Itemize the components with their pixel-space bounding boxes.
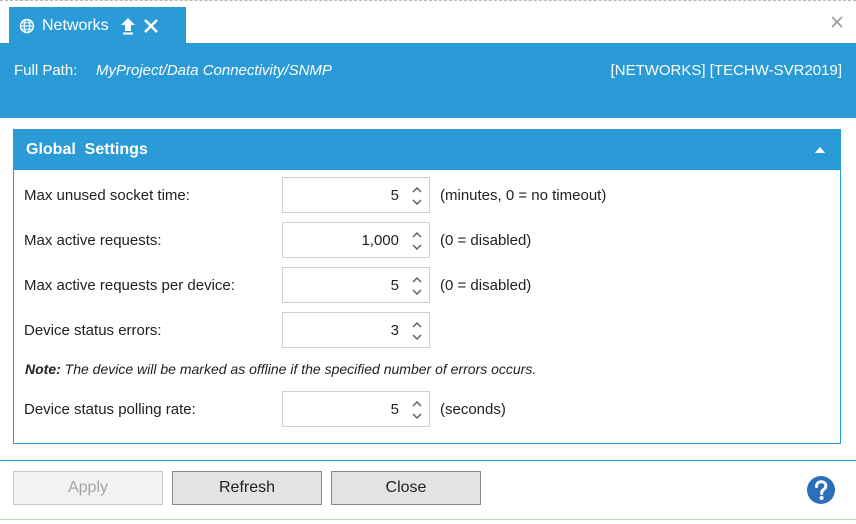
max-unused-socket-time-stepper[interactable]: 5 (282, 177, 430, 213)
field-label: Device status errors: (24, 322, 162, 339)
tab-bar: Networks (0, 0, 856, 44)
refresh-button[interactable]: Refresh (172, 471, 322, 505)
global-settings-panel: Global Settings Max unused socket time: … (13, 129, 841, 444)
help-icon[interactable] (806, 475, 836, 505)
close-icon[interactable] (143, 18, 159, 34)
stepper-value[interactable]: 1,000 (361, 232, 399, 249)
note-text: Note: The device will be marked as offli… (25, 361, 536, 377)
chevron-up-icon[interactable] (411, 399, 423, 408)
globe-icon (19, 18, 35, 34)
field-hint: (0 = disabled) (440, 232, 532, 249)
device-status-polling-rate-stepper[interactable]: 5 (282, 391, 430, 427)
full-path-label: Full Path: (14, 62, 78, 79)
chevron-down-icon[interactable] (411, 333, 423, 342)
chevron-up-icon[interactable] (411, 230, 423, 239)
field-row-max-active-requests: Max active requests: 1,000 (0 = disabled… (14, 222, 840, 258)
full-path-value: MyProject/Data Connectivity/SNMP (96, 62, 332, 79)
note-body: The device will be marked as offline if … (60, 361, 537, 377)
stepper-value[interactable]: 3 (391, 322, 399, 339)
field-label: Device status polling rate: (24, 401, 196, 418)
stepper-value[interactable]: 5 (391, 401, 399, 418)
max-active-requests-per-device-stepper[interactable]: 5 (282, 267, 430, 303)
field-hint: (minutes, 0 = no timeout) (440, 187, 607, 204)
chevron-up-icon[interactable] (411, 275, 423, 284)
field-row-max-unused-socket-time: Max unused socket time: 5 (minutes, 0 = … (14, 177, 840, 213)
field-row-device-status-errors: Device status errors: 3 (14, 312, 840, 348)
field-label: Max active requests: (24, 232, 162, 249)
chevron-down-icon[interactable] (411, 243, 423, 252)
tab-networks[interactable]: Networks (9, 7, 186, 44)
header-bar: Full Path: MyProject/Data Connectivity/S… (0, 43, 856, 118)
device-status-errors-stepper[interactable]: 3 (282, 312, 430, 348)
max-active-requests-stepper[interactable]: 1,000 (282, 222, 430, 258)
server-info: [NETWORKS] [TECHW-SVR2019] (610, 62, 842, 79)
window-close-icon[interactable] (828, 13, 846, 31)
field-row-device-status-polling-rate: Device status polling rate: 5 (seconds) (14, 391, 840, 427)
stepper-value[interactable]: 5 (391, 187, 399, 204)
chevron-up-icon[interactable] (411, 185, 423, 194)
field-hint: (seconds) (440, 401, 506, 418)
pin-icon[interactable] (119, 17, 137, 35)
field-label: Max active requests per device: (24, 277, 235, 294)
footer-divider (0, 460, 856, 461)
panel-header[interactable]: Global Settings (14, 130, 840, 170)
bottom-border (0, 519, 856, 520)
panel-title: Global Settings (26, 141, 148, 158)
field-label: Max unused socket time: (24, 187, 190, 204)
field-hint: (0 = disabled) (440, 277, 532, 294)
chevron-down-icon[interactable] (411, 288, 423, 297)
close-button[interactable]: Close (331, 471, 481, 505)
chevron-up-icon[interactable] (411, 320, 423, 329)
tab-title: Networks (42, 16, 109, 34)
chevron-up-icon[interactable] (814, 145, 826, 155)
stepper-value[interactable]: 5 (391, 277, 399, 294)
note-bold: Note: (25, 361, 61, 377)
apply-button[interactable]: Apply (13, 471, 163, 505)
field-row-max-active-requests-per-device: Max active requests per device: 5 (0 = d… (14, 267, 840, 303)
chevron-down-icon[interactable] (411, 412, 423, 421)
chevron-down-icon[interactable] (411, 198, 423, 207)
